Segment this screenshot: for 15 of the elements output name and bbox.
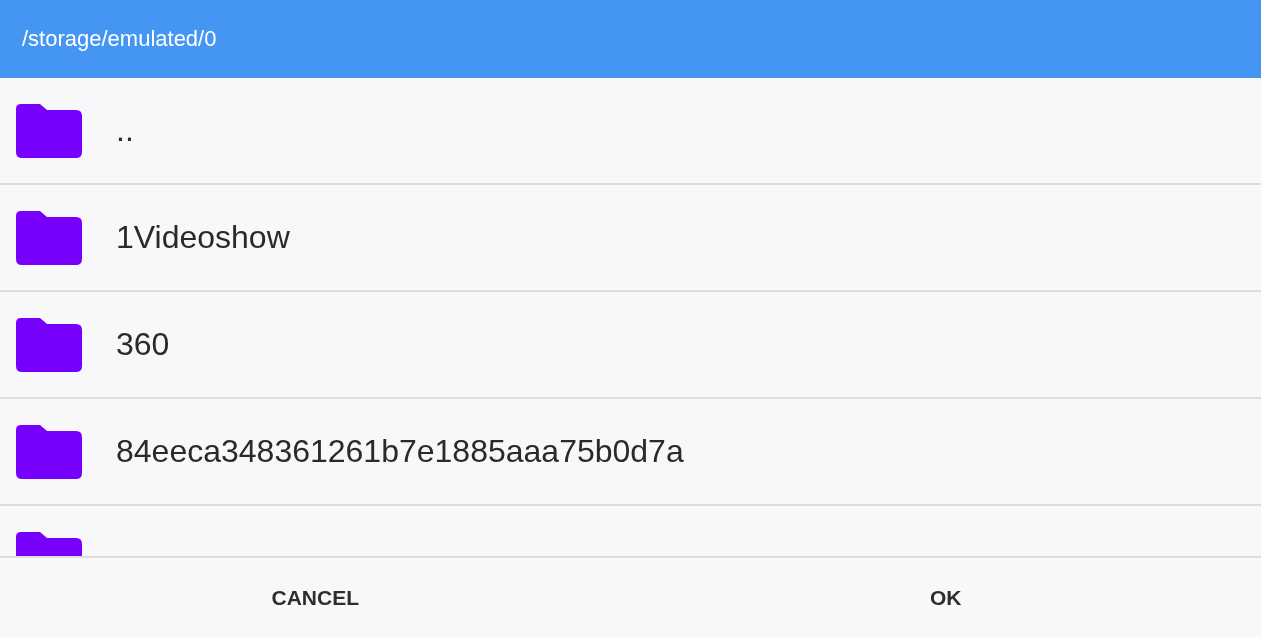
folder-name: 1Videoshow — [116, 219, 290, 256]
folder-name: 360 — [116, 326, 170, 363]
folder-icon — [16, 210, 82, 265]
folder-row[interactable]: 84eeca348361261b7e1885aaa75b0d7a — [0, 399, 1261, 506]
folder-icon — [16, 103, 82, 158]
folder-row[interactable]: 1Videoshow — [0, 185, 1261, 292]
folder-row[interactable]: 360 — [0, 292, 1261, 399]
folder-path: /storage/emulated/0 — [22, 26, 217, 52]
folder-row[interactable]: .. — [0, 78, 1261, 185]
folder-icon — [16, 424, 82, 479]
folder-name: 84eeca348361261b7e1885aaa75b0d7a — [116, 433, 684, 470]
dialog-button[interactable]: CANCEL — [0, 558, 631, 637]
folder-icon — [16, 317, 82, 372]
dialog-button[interactable]: OK — [630, 558, 1261, 637]
folder-name: .. — [116, 112, 134, 149]
